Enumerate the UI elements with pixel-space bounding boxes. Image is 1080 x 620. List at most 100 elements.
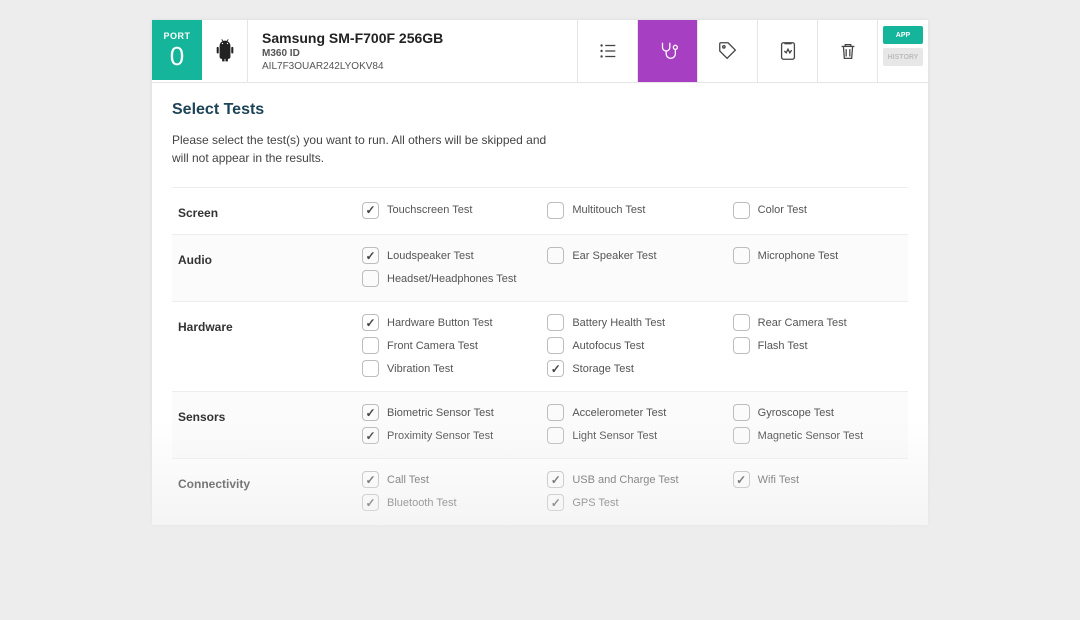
stethoscope-icon — [657, 40, 679, 62]
action-delete-button[interactable] — [818, 20, 878, 82]
test-checkbox[interactable] — [362, 270, 379, 287]
test-label: USB and Charge Test — [572, 474, 678, 486]
trash-icon — [837, 40, 859, 62]
test-label: Color Test — [758, 204, 807, 216]
intro-text: Please select the test(s) you want to ru… — [172, 131, 552, 167]
test-checkbox[interactable] — [733, 471, 750, 488]
tests-grid: Biometric Sensor Test Accelerometer Test G… — [362, 392, 898, 458]
test-item[interactable]: Magnetic Sensor Test — [733, 427, 898, 444]
test-item[interactable]: Flash Test — [733, 337, 898, 354]
test-item[interactable]: Biometric Sensor Test — [362, 404, 527, 421]
test-checkbox[interactable] — [547, 404, 564, 421]
test-checkbox[interactable] — [733, 314, 750, 331]
test-label: Magnetic Sensor Test — [758, 430, 864, 442]
test-checkbox[interactable] — [547, 337, 564, 354]
tests-grid: Call Test USB and Charge Test Wifi Test Blu… — [362, 459, 898, 525]
test-item[interactable]: Touchscreen Test — [362, 200, 527, 220]
test-item[interactable]: Autofocus Test — [547, 337, 712, 354]
side-buttons: APP HISTORY — [878, 20, 928, 82]
test-item[interactable]: Multitouch Test — [547, 200, 712, 220]
test-checkbox[interactable] — [547, 360, 564, 377]
test-checkbox[interactable] — [362, 202, 379, 219]
test-item[interactable]: Hardware Button Test — [362, 314, 527, 331]
test-item[interactable]: Call Test — [362, 471, 527, 488]
test-label: Gyroscope Test — [758, 407, 834, 419]
action-list-button[interactable] — [578, 20, 638, 82]
test-checkbox[interactable] — [362, 360, 379, 377]
test-checkbox[interactable] — [733, 404, 750, 421]
android-icon — [215, 39, 235, 63]
category-row: Audio Loudspeaker Test Ear Speaker Test Mic… — [172, 234, 908, 301]
test-checkbox[interactable] — [547, 247, 564, 264]
test-label: Proximity Sensor Test — [387, 430, 493, 442]
test-checkbox[interactable] — [547, 494, 564, 511]
test-item[interactable]: Proximity Sensor Test — [362, 427, 527, 444]
content-area: Select Tests Please select the test(s) y… — [152, 83, 928, 525]
test-checkbox[interactable] — [362, 337, 379, 354]
category-label: Hardware — [172, 302, 362, 391]
test-label: Accelerometer Test — [572, 407, 666, 419]
action-report-button[interactable] — [758, 20, 818, 82]
list-icon — [597, 40, 619, 62]
app-button[interactable]: APP — [883, 26, 923, 44]
test-label: Light Sensor Test — [572, 430, 657, 442]
test-checkbox[interactable] — [362, 471, 379, 488]
test-item[interactable]: Bluetooth Test — [362, 494, 527, 511]
action-tag-button[interactable] — [698, 20, 758, 82]
category-label: Sensors — [172, 392, 362, 458]
test-checkbox[interactable] — [547, 314, 564, 331]
test-checkbox[interactable] — [733, 247, 750, 264]
test-item[interactable]: Light Sensor Test — [547, 427, 712, 444]
category-label: Audio — [172, 235, 362, 301]
test-item[interactable]: Storage Test — [547, 360, 712, 377]
test-checkbox[interactable] — [733, 427, 750, 444]
test-label: Wifi Test — [758, 474, 799, 486]
test-checkbox[interactable] — [362, 314, 379, 331]
test-item[interactable]: Front Camera Test — [362, 337, 527, 354]
category-row: Screen Touchscreen Test Multitouch Test Col… — [172, 187, 908, 234]
test-label: Front Camera Test — [387, 340, 478, 352]
device-panel: PORT 0 Samsung SM-F700F 256GB M360 ID AI… — [152, 20, 928, 525]
test-label: Multitouch Test — [572, 204, 645, 216]
test-item[interactable]: Ear Speaker Test — [547, 247, 712, 264]
category-row: ConnectivityCall TestUSB and Charge Test… — [172, 458, 908, 525]
test-checkbox[interactable] — [362, 427, 379, 444]
test-checkbox[interactable] — [362, 494, 379, 511]
test-label: Touchscreen Test — [387, 204, 472, 216]
device-os-cell — [202, 20, 248, 82]
test-label: Biometric Sensor Test — [387, 407, 494, 419]
test-label: Flash Test — [758, 340, 808, 352]
test-item[interactable]: Battery Health Test — [547, 314, 712, 331]
test-checkbox[interactable] — [547, 202, 564, 219]
test-item[interactable]: Gyroscope Test — [733, 404, 898, 421]
tag-icon — [717, 40, 739, 62]
test-item[interactable]: Vibration Test — [362, 360, 527, 377]
test-item[interactable]: Headset/Headphones Test — [362, 270, 527, 287]
test-item[interactable]: Rear Camera Test — [733, 314, 898, 331]
test-item[interactable]: Color Test — [733, 200, 898, 220]
tests-grid: Loudspeaker Test Ear Speaker Test Micropho… — [362, 235, 898, 301]
category-row: Sensors Biometric Sensor Test Acceleromete… — [172, 391, 908, 458]
test-item[interactable]: Loudspeaker Test — [362, 247, 527, 264]
test-checkbox[interactable] — [733, 202, 750, 219]
test-item[interactable]: Microphone Test — [733, 247, 898, 264]
action-diagnostics-button[interactable] — [638, 20, 698, 82]
device-info: Samsung SM-F700F 256GB M360 ID AIL7F3OUA… — [248, 20, 578, 82]
test-checkbox[interactable] — [362, 404, 379, 421]
test-item[interactable]: GPS Test — [547, 494, 712, 511]
report-icon — [777, 40, 799, 62]
test-checkbox[interactable] — [547, 427, 564, 444]
test-label: GPS Test — [572, 497, 618, 509]
test-checkbox[interactable] — [733, 337, 750, 354]
test-checkbox[interactable] — [547, 471, 564, 488]
category-label: Screen — [172, 188, 362, 234]
test-item[interactable]: USB and Charge Test — [547, 471, 712, 488]
test-label: Storage Test — [572, 363, 634, 375]
test-item[interactable]: Accelerometer Test — [547, 404, 712, 421]
test-label: Loudspeaker Test — [387, 250, 474, 262]
history-button[interactable]: HISTORY — [883, 48, 923, 66]
category-row: HardwareHardware Button Test Battery Heal… — [172, 301, 908, 391]
test-item[interactable]: Wifi Test — [733, 471, 898, 488]
test-checkbox[interactable] — [362, 247, 379, 264]
port-number: 0 — [170, 43, 184, 69]
